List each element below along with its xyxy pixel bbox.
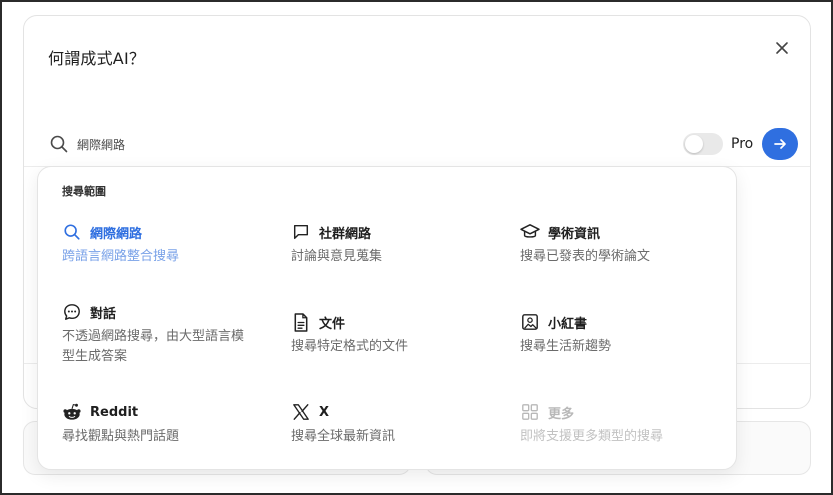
chat-square-icon <box>291 222 311 242</box>
option-desc: 搜尋特定格式的文件 <box>291 339 409 354</box>
option-desc: 搜尋生活新趨勢 <box>520 339 612 354</box>
chat-bubble-icon <box>62 302 82 322</box>
option-title: 對話 <box>90 306 117 322</box>
close-button[interactable] <box>772 38 792 58</box>
search-icon <box>62 222 82 242</box>
option-title: 社群網路 <box>319 226 372 242</box>
search-source-selector[interactable]: 網際網路 <box>77 136 125 153</box>
scope-option-more: 更多 即將支援更多類型的搜尋 <box>520 402 730 447</box>
option-desc: 討論與意見蒐集 <box>291 249 383 264</box>
option-desc: 即將支援更多類型的搜尋 <box>520 429 664 444</box>
query-input[interactable]: 何謂成式AI？ <box>48 45 145 69</box>
scope-option-x[interactable]: X 搜尋全球最新資訊 <box>291 402 501 447</box>
scope-option-reddit[interactable]: Reddit 尋找觀點與熱門話題 <box>62 402 272 447</box>
option-title: 更多 <box>548 406 575 422</box>
arrow-right-icon <box>774 139 786 149</box>
scope-option-xiaohongshu[interactable]: 小紅書 搜尋生活新趨勢 <box>520 312 730 357</box>
option-desc: 尋找觀點與熱門話題 <box>62 429 180 444</box>
submit-button[interactable] <box>762 128 798 160</box>
option-desc: 搜尋已發表的學術論文 <box>520 249 651 264</box>
option-title: Reddit <box>90 404 139 420</box>
x-logo-icon <box>291 402 311 422</box>
scope-option-chat[interactable]: 對話 不透過網路搜尋，由大型語言模型生成答案 <box>62 302 272 367</box>
pro-toggle[interactable] <box>683 133 723 155</box>
option-title: 文件 <box>319 316 346 332</box>
scope-option-social[interactable]: 社群網路 討論與意見蒐集 <box>291 222 501 267</box>
option-desc: 搜尋全球最新資訊 <box>291 429 396 444</box>
search-scope-dropdown: 搜尋範圍 網際網路 跨語言網路整合搜尋 社群網路 討論與意見蒐集 學術資訊 搜尋… <box>37 166 737 470</box>
option-desc: 不透過網路搜尋，由大型語言模型生成答案 <box>62 329 245 364</box>
dropdown-title: 搜尋範圍 <box>62 185 106 198</box>
reddit-icon <box>62 402 82 422</box>
document-icon <box>291 312 311 332</box>
search-icon <box>50 135 68 153</box>
image-icon <box>520 312 540 332</box>
pro-label: Pro <box>731 136 754 152</box>
scope-option-web[interactable]: 網際網路 跨語言網路整合搜尋 <box>62 222 272 267</box>
option-title: X <box>319 404 330 420</box>
option-title: 網際網路 <box>90 226 143 242</box>
option-title: 學術資訊 <box>548 226 601 242</box>
scope-option-documents[interactable]: 文件 搜尋特定格式的文件 <box>291 312 501 357</box>
scope-option-academic[interactable]: 學術資訊 搜尋已發表的學術論文 <box>520 222 730 267</box>
grid-icon <box>520 402 540 422</box>
toggle-knob <box>685 135 703 153</box>
option-desc: 跨語言網路整合搜尋 <box>62 249 180 264</box>
option-title: 小紅書 <box>548 316 588 332</box>
graduation-cap-icon <box>520 222 540 242</box>
close-icon <box>776 42 788 54</box>
